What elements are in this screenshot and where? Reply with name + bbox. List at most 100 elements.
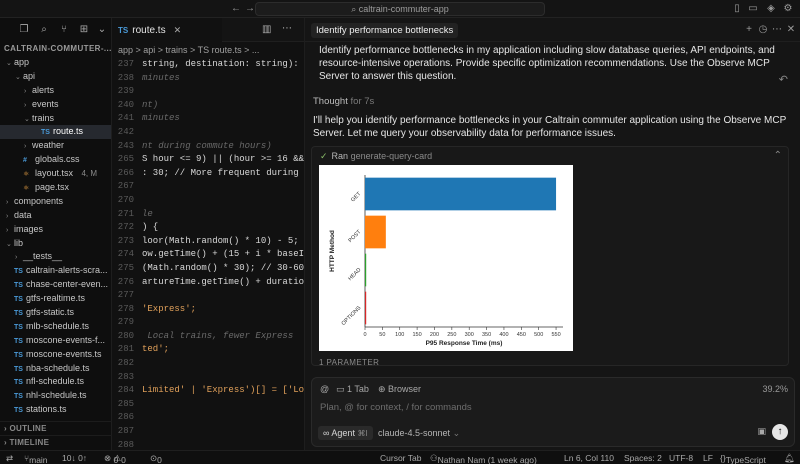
file-item[interactable]: ⚛ layout.tsx 4, M xyxy=(0,167,111,181)
code-line[interactable]: 270 xyxy=(112,194,304,208)
folder-item[interactable]: › alerts xyxy=(0,84,111,98)
more-options-icon[interactable]: ⋯ xyxy=(771,24,783,36)
code-line[interactable]: 288 xyxy=(112,439,304,450)
folder-item[interactable]: › events xyxy=(0,98,111,112)
code-line[interactable]: 283 xyxy=(112,371,304,385)
problems-indicator[interactable]: ⊗ 0 ⚠ 0 xyxy=(104,453,126,464)
ports-indicator[interactable]: ⊙ 0 xyxy=(150,453,162,464)
file-item[interactable]: TS mlb-schedule.ts xyxy=(0,320,111,334)
command-search-box[interactable]: ⌕ caltrain-commuter-app xyxy=(255,2,545,16)
cursor-tab-indicator[interactable]: Cursor Tab xyxy=(380,453,421,463)
code-line[interactable]: 237 string, destination: string): T xyxy=(112,58,304,72)
close-tab-icon[interactable]: ✕ xyxy=(174,25,182,35)
chat-tab-title[interactable]: Identify performance bottlenecks xyxy=(311,23,459,38)
code-line[interactable]: 241 minutes xyxy=(112,112,304,126)
thought-indicator[interactable]: Thought for 7s xyxy=(313,96,374,107)
end-of-line[interactable]: LF xyxy=(703,453,713,463)
code-line[interactable]: 239 xyxy=(112,85,304,99)
search-icon[interactable]: ⌕ xyxy=(38,24,50,36)
folder-item[interactable]: › components xyxy=(0,195,111,209)
file-item[interactable]: TS route.ts xyxy=(0,125,111,140)
folder-item[interactable]: › weather xyxy=(0,139,111,153)
settings-gear-icon[interactable]: ⚙ xyxy=(782,3,794,15)
code-line[interactable]: 272) { xyxy=(112,221,304,235)
undo-icon[interactable]: ↶ xyxy=(779,73,788,86)
agent-mode-selector[interactable]: ∞ Agent ⌘I xyxy=(318,426,373,440)
parameter-count[interactable]: 1 PARAMETER xyxy=(319,358,379,367)
code-line[interactable]: 280 Local trains, fewer Express xyxy=(112,330,304,344)
model-selector[interactable]: claude-4.5-sonnet ⌄ xyxy=(378,428,460,439)
at-mention-icon[interactable]: @ xyxy=(320,384,329,394)
branch-indicator[interactable]: ⑂ main xyxy=(24,453,48,464)
split-editor-icon[interactable]: ▥ xyxy=(262,24,271,35)
folder-item[interactable]: › __tests__ xyxy=(0,250,111,264)
code-line[interactable]: 281 ted'; xyxy=(112,343,304,357)
cursor-position[interactable]: Ln 6, Col 110 xyxy=(564,453,614,463)
cube-icon[interactable]: ◈ xyxy=(765,3,777,15)
file-item[interactable]: TS moscone-events-f... xyxy=(0,334,111,348)
folder-item[interactable]: ⌄ lib xyxy=(0,237,111,251)
toggle-sidebar-icon[interactable]: ▯ xyxy=(731,3,743,15)
indentation[interactable]: Spaces: 2 xyxy=(624,453,662,463)
folder-item[interactable]: ⌄ api xyxy=(0,70,111,84)
source-control-icon[interactable]: ⑂ xyxy=(58,24,70,36)
folder-item[interactable]: ⌄ trains xyxy=(0,112,111,126)
remote-icon[interactable]: ⇄ xyxy=(6,453,13,464)
code-line[interactable]: 271 le xyxy=(112,208,304,222)
sync-indicator[interactable]: 10↓ 0↑ xyxy=(62,453,87,463)
code-line[interactable]: 274 ow.getTime() + (15 + i * baseInte xyxy=(112,248,304,262)
code-line[interactable]: 275 (Math.random() * 30); // 30-60 mi xyxy=(112,262,304,276)
send-button[interactable]: ↑ xyxy=(772,424,788,440)
back-arrow-icon[interactable]: ← xyxy=(230,3,242,15)
file-item[interactable]: # globals.css xyxy=(0,153,111,167)
outline-section[interactable]: › OUTLINE xyxy=(0,421,112,434)
tool-call-header[interactable]: ✓ Ran generate-query-card xyxy=(320,151,432,162)
close-icon[interactable]: ✕ xyxy=(785,24,797,36)
code-line[interactable]: 279 xyxy=(112,316,304,330)
file-item[interactable]: TS stations.ts xyxy=(0,403,111,417)
code-line[interactable]: 265 S hour <= 9) || (hour >= 16 && ho xyxy=(112,153,304,167)
folder-item[interactable]: › data xyxy=(0,209,111,223)
code-line[interactable]: 287 xyxy=(112,425,304,439)
code-area[interactable]: 237 string, destination: string): T 238 min… xyxy=(112,58,304,450)
toggle-panel-icon[interactable]: ▭ xyxy=(747,3,759,15)
more-actions-icon[interactable]: ⋯ xyxy=(282,23,292,34)
tab-context-chip[interactable]: ▭ 1 Tab xyxy=(336,384,369,395)
code-line[interactable]: 242 xyxy=(112,126,304,140)
code-line[interactable]: 276 artureTime.getTime() + duration * xyxy=(112,276,304,290)
code-line[interactable]: 273 loor(Math.random() * 10) - 5; // xyxy=(112,235,304,249)
code-line[interactable]: 240 nt) xyxy=(112,99,304,113)
file-item[interactable]: ⚛ page.tsx xyxy=(0,181,111,195)
folder-item[interactable]: › images xyxy=(0,223,111,237)
file-item[interactable]: TS nba-schedule.ts xyxy=(0,362,111,376)
chat-input[interactable]: Plan, @ for context, / for commands xyxy=(320,402,472,413)
history-icon[interactable]: ◷ xyxy=(757,24,769,36)
code-line[interactable]: 243 nt during commute hours) xyxy=(112,140,304,154)
expand-collapse-icon[interactable]: ⌃ xyxy=(774,150,782,161)
folder-item[interactable]: ⌄ app xyxy=(0,56,111,70)
files-icon[interactable]: ❐ xyxy=(18,24,30,36)
code-line[interactable]: 277 xyxy=(112,289,304,303)
file-item[interactable]: TS caltrain-alerts-scra... xyxy=(0,264,111,278)
encoding[interactable]: UTF-8 xyxy=(669,453,693,463)
grid-extensions-icon[interactable]: ⊞ xyxy=(78,24,90,36)
browser-context-chip[interactable]: ⊕ Browser xyxy=(378,384,421,395)
code-line[interactable]: 267 xyxy=(112,180,304,194)
file-item[interactable]: TS nhl-schedule.ts xyxy=(0,389,111,403)
code-line[interactable]: 286 xyxy=(112,411,304,425)
code-line[interactable]: 284 Limited' | 'Express')[] = ['Local xyxy=(112,384,304,398)
notifications-bell-icon[interactable]: 🔔︎ xyxy=(784,453,795,464)
file-item[interactable]: TS chase-center-even... xyxy=(0,278,111,292)
file-item[interactable]: TS gtfs-static.ts xyxy=(0,306,111,320)
code-line[interactable]: 278 'Express'; xyxy=(112,303,304,317)
user-prompt-message[interactable]: Identify performance bottlenecks in my a… xyxy=(311,45,793,83)
file-item[interactable]: TS nfl-schedule.ts xyxy=(0,375,111,389)
file-item[interactable]: TS gtfs-realtime.ts xyxy=(0,292,111,306)
image-attach-icon[interactable]: ▣ xyxy=(757,426,766,437)
new-chat-plus-icon[interactable]: + xyxy=(743,24,755,36)
tab-route-ts[interactable]: TS route.ts ✕ xyxy=(112,18,222,42)
chevron-down-icon[interactable]: ⌄ xyxy=(96,24,108,36)
git-blame[interactable]: ⚇ Nathan Nam (1 week ago) xyxy=(430,453,537,464)
file-item[interactable]: TS moscone-events.ts xyxy=(0,348,111,362)
code-line[interactable]: 285 xyxy=(112,398,304,412)
